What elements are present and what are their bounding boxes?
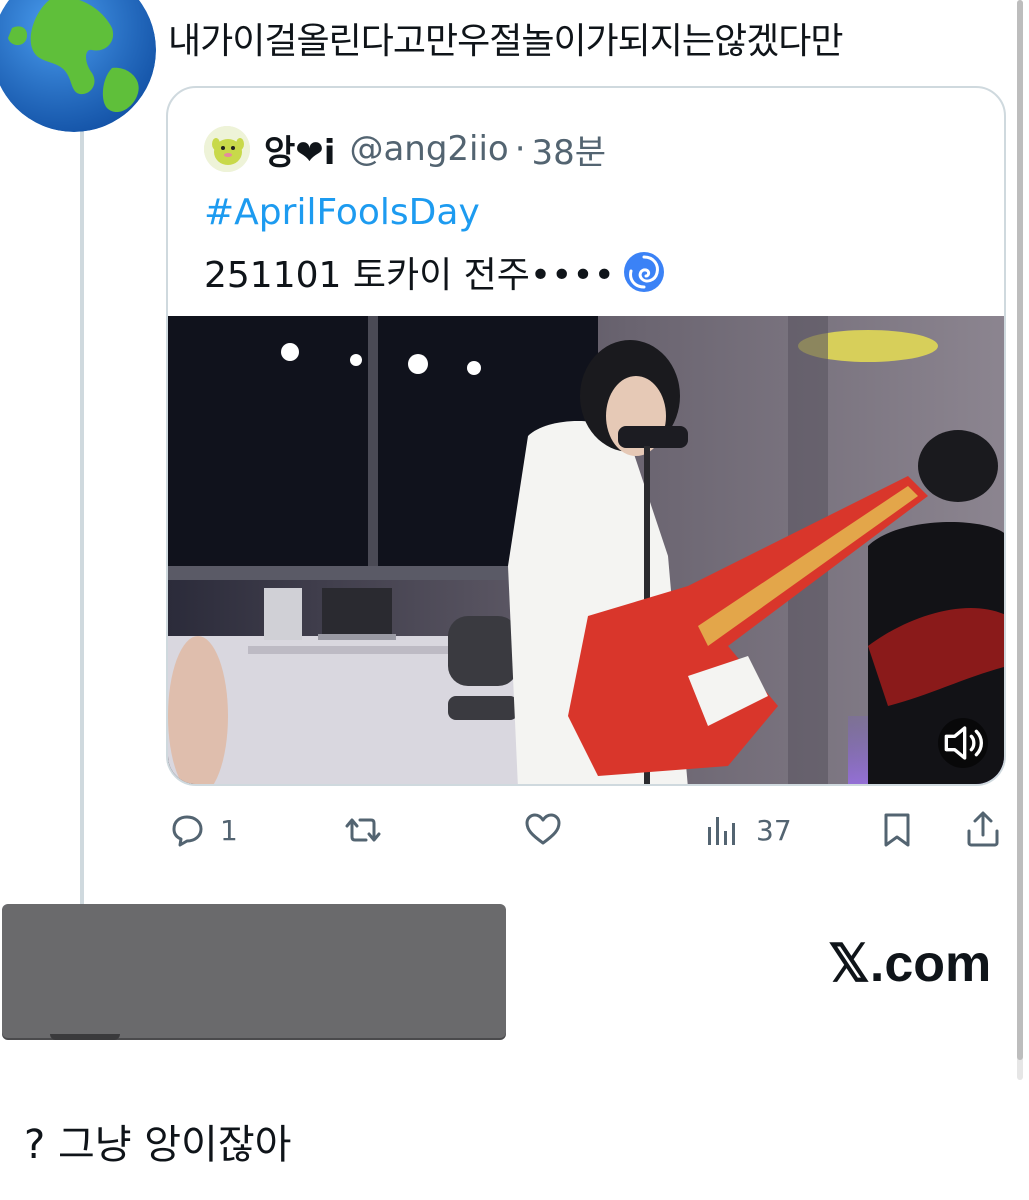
retweet-icon (345, 818, 381, 842)
scrollbar-thumb[interactable] (1017, 0, 1023, 1060)
reply-tweet-text: 내가이걸올린다고만우절놀이가되지는않겠다만 (168, 21, 844, 62)
quoted-tweet-body: 251101 토카이 전주•••• (204, 246, 667, 298)
video-player[interactable] (168, 316, 1004, 784)
tweet-action-bar: 1 37 (166, 805, 1006, 855)
quoted-author-handle[interactable]: @ang2iio (349, 129, 508, 169)
views-button[interactable]: 37 (702, 805, 792, 855)
caption-text: ? 그냥 앙이잖아 (24, 1122, 292, 1168)
header-separator: · (514, 129, 526, 169)
reply-icon (172, 815, 203, 847)
redaction-box (2, 904, 506, 1038)
thread-connector-line (80, 120, 84, 910)
bookmark-button[interactable] (876, 805, 918, 855)
retweet-button[interactable] (342, 805, 396, 855)
mascot-avatar[interactable] (204, 126, 250, 172)
x-com-watermark: 𝕏.com (828, 935, 992, 993)
bookmark-icon (884, 813, 910, 847)
quoted-tweet-text: 251101 토카이 전주•••• (204, 255, 615, 296)
speaker-icon (944, 726, 983, 760)
mute-toggle-button[interactable] (938, 718, 988, 768)
share-button[interactable] (962, 805, 1004, 855)
hashtag-link[interactable]: #AprilFoolsDay (204, 192, 480, 233)
redaction-shadow (50, 1034, 120, 1040)
quoted-author-name[interactable]: 앙❤i (264, 125, 335, 174)
heart-icon (525, 813, 561, 845)
quoted-tweet-card[interactable]: 앙❤i @ang2iio · 38분 #AprilFoolsDay 251101… (166, 86, 1006, 786)
views-bar-chart-icon (708, 817, 735, 845)
globe-avatar[interactable] (0, 0, 156, 132)
cyclone-emoji-icon (623, 252, 664, 292)
like-button[interactable] (522, 805, 576, 855)
reply-button[interactable]: 1 (166, 805, 238, 855)
quoted-tweet-header: 앙❤i @ang2iio · 38분 (204, 124, 606, 174)
reply-count: 1 (220, 813, 238, 847)
share-icon (967, 811, 999, 847)
views-count: 37 (756, 813, 792, 847)
quoted-tweet-time[interactable]: 38분 (532, 125, 607, 174)
